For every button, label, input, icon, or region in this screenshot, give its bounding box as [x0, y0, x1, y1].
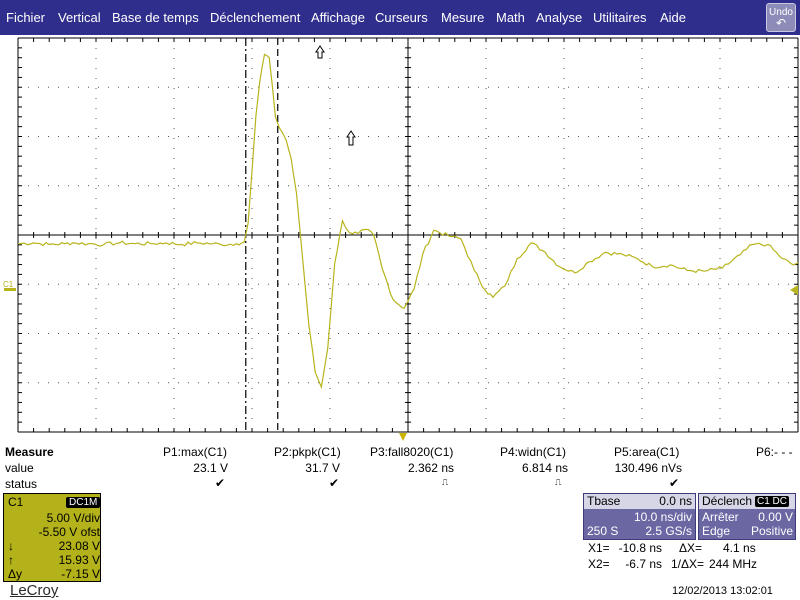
trigger-level: 0.00 V	[758, 510, 793, 524]
channel-offset: -5.50 V ofst	[38, 525, 100, 539]
param-p4-status-pulse-icon: ⎍	[555, 477, 562, 487]
timebase-sample-rate: 2.5 GS/s	[645, 524, 692, 538]
channel-name: C1	[8, 495, 24, 509]
timebase-delay: 0.0 ns	[659, 494, 692, 508]
param-p5-value: 130.496 nVs	[614, 461, 682, 475]
menu-math[interactable]: Math	[496, 0, 525, 35]
param-p2-label[interactable]: P2:pkpk(C1)	[274, 445, 341, 459]
param-p2-value: 31.7 V	[305, 461, 340, 475]
measure-title: Measure	[5, 445, 54, 459]
cursor-1-voltage: 23.08 V	[58, 539, 100, 553]
menu-utilitaires[interactable]: Utilitaires	[593, 0, 646, 35]
menu-base-de-temps[interactable]: Base de temps	[112, 0, 199, 35]
menu-curseurs[interactable]: Curseurs	[375, 0, 428, 35]
param-p3-label[interactable]: P3:fall8020(C1)	[370, 445, 453, 459]
right-edge-marker	[790, 285, 798, 295]
timebase-descriptor[interactable]: Tbase 0.0 ns 10.0 ns/div 250 S 2.5 GS/s	[583, 493, 696, 540]
waveform-graph[interactable]: C1	[0, 35, 800, 445]
param-p1-value: 23.1 V	[193, 461, 228, 475]
param-p5-status-check-icon: ✔	[669, 476, 680, 490]
delta-y-value: -7.15 V	[61, 567, 100, 581]
menu-affichage[interactable]: Affichage	[311, 0, 365, 35]
timebase-time-per-div: 10.0 ns/div	[633, 510, 692, 524]
undo-arrow-icon: ↶	[775, 16, 787, 30]
menu-aide[interactable]: Aide	[660, 0, 686, 35]
param-p2-status-check-icon: ✔	[329, 476, 340, 490]
param-p3-status-pulse-icon: ⎍	[442, 477, 449, 487]
cursor-delta-x-value: 4.1 ns	[723, 541, 756, 555]
menu-mesure[interactable]: Mesure	[441, 0, 484, 35]
param-p1-status-check-icon: ✔	[215, 476, 226, 490]
cursor-2-voltage: 15.93 V	[58, 553, 100, 567]
trigger-position-marker[interactable]	[399, 433, 407, 441]
cursor-1-handle-icon[interactable]	[315, 45, 325, 59]
menu-bar: Fichier Vertical Base de temps Déclenche…	[0, 0, 800, 35]
cursor-2-handle-icon[interactable]	[346, 130, 356, 146]
grid	[17, 37, 799, 433]
measure-value-label: value	[5, 461, 34, 475]
param-p1-label[interactable]: P1:max(C1)	[163, 445, 227, 459]
cursor-delta-x-label: ΔX=	[679, 541, 703, 555]
cursor-x2-value: -6.7 ns	[625, 557, 662, 571]
undo-button[interactable]: Undo ↶	[766, 3, 796, 32]
channel-volts-per-div: 5.00 V/div	[46, 511, 100, 525]
channel-coupling-badge: DC1M	[66, 497, 101, 508]
param-p6-label[interactable]: P6:- - -	[756, 445, 793, 459]
lecroy-logo: LeCroy	[10, 582, 59, 599]
channel-1-marker-tick	[4, 288, 16, 291]
menu-declenchement[interactable]: Déclenchement	[210, 0, 300, 35]
param-p4-label[interactable]: P4:widn(C1)	[500, 445, 566, 459]
trigger-slope: Positive	[750, 524, 793, 538]
menu-analyse[interactable]: Analyse	[536, 0, 582, 35]
measure-status-label: status	[5, 477, 38, 491]
menu-fichier[interactable]: Fichier	[6, 0, 45, 35]
channel-1-offset-marker[interactable]: C1	[3, 280, 14, 289]
param-p5-label[interactable]: P5:area(C1)	[614, 445, 679, 459]
channel-1-descriptor[interactable]: C1 DC1M 5.00 V/div -5.50 V ofst ↓ 23.08 …	[3, 493, 101, 582]
trigger-source-badge: C1 DC	[755, 496, 790, 507]
cursor-inverse-delta-x-value: 244 MHz	[709, 557, 758, 571]
cursor-inverse-delta-x-label: 1/ΔX=	[671, 557, 705, 571]
menu-vertical[interactable]: Vertical	[58, 0, 101, 35]
param-p3-value: 2.362 ns	[407, 461, 454, 475]
date-time-stamp: 12/02/2013 13:02:01	[672, 585, 773, 597]
trigger-descriptor[interactable]: Déclench C1 DC Arrêter 0.00 V Edge Posit…	[698, 493, 796, 540]
param-p4-value: 6.814 ns	[521, 461, 568, 475]
trigger-title: Déclench	[702, 494, 753, 508]
cursor-x1-value: -10.8 ns	[618, 541, 662, 555]
